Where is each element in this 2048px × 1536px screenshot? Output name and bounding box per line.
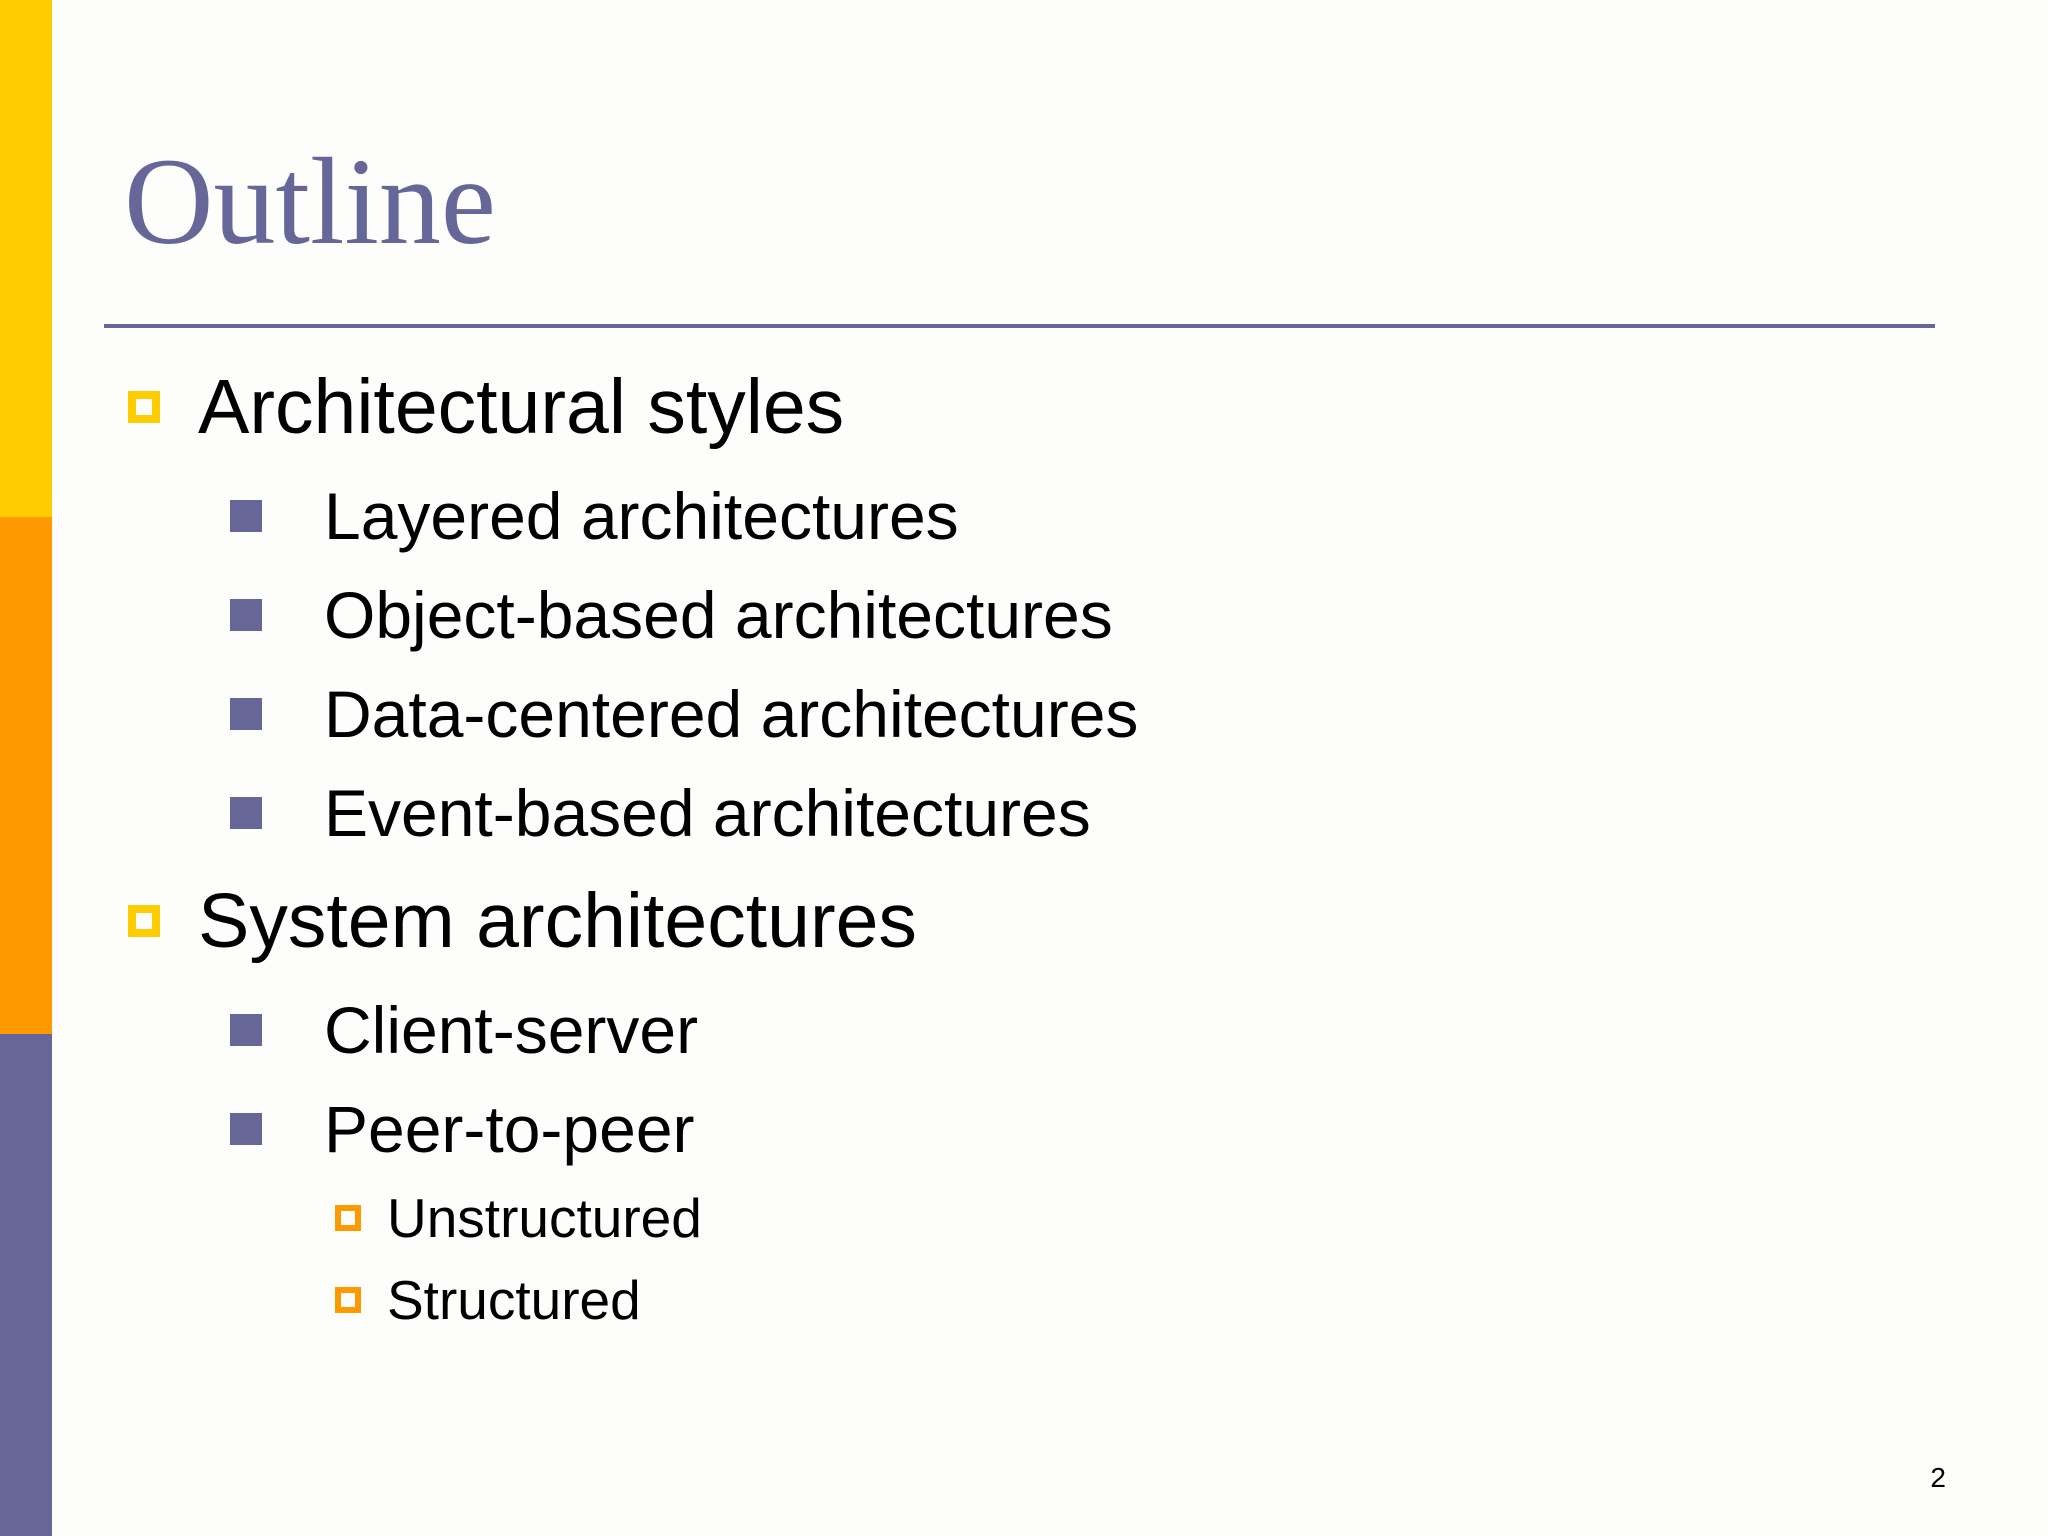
bullet-text: Unstructured [387, 1187, 702, 1249]
bullet-text: Data-centered architectures [324, 677, 1139, 751]
bullet-structured: Structured [335, 1267, 641, 1333]
filled-square-bullet-icon [230, 1113, 262, 1145]
bullet-text: System architectures [198, 877, 917, 964]
bullet-text: Object-based architectures [324, 578, 1113, 652]
filled-square-bullet-icon [230, 698, 262, 730]
bullet-client-server: Client-server [230, 990, 698, 1070]
hollow-square-bullet-icon [335, 1205, 361, 1231]
filled-square-bullet-icon [230, 500, 262, 532]
bullet-text: Architectural styles [198, 363, 845, 450]
hollow-square-bullet-icon [128, 905, 160, 937]
hollow-square-bullet-icon [335, 1287, 361, 1313]
bullet-text: Event-based architectures [324, 776, 1091, 850]
bullet-text: Client-server [324, 993, 699, 1067]
filled-square-bullet-icon [230, 1014, 262, 1046]
bullet-data-centered-architectures: Data-centered architectures [230, 674, 1138, 754]
accent-bar-purple [0, 1034, 52, 1536]
bullet-system-architectures: System architectures [128, 876, 917, 966]
bullet-object-based-architectures: Object-based architectures [230, 575, 1113, 655]
bullet-layered-architectures: Layered architectures [230, 476, 959, 556]
bullet-event-based-architectures: Event-based architectures [230, 773, 1091, 853]
hollow-square-bullet-icon [128, 391, 160, 423]
bullet-peer-to-peer: Peer-to-peer [230, 1089, 695, 1169]
accent-bar-yellow [0, 0, 52, 517]
accent-bar-orange [0, 517, 52, 1034]
slide-title: Outline [124, 133, 496, 270]
bullet-text: Structured [387, 1269, 641, 1331]
filled-square-bullet-icon [230, 599, 262, 631]
bullet-text: Layered architectures [324, 479, 959, 553]
filled-square-bullet-icon [230, 797, 262, 829]
title-divider [104, 324, 1935, 328]
bullet-text: Peer-to-peer [324, 1092, 695, 1166]
slide: Outline Architectural styles Layered arc… [0, 0, 2048, 1536]
bullet-unstructured: Unstructured [335, 1185, 702, 1251]
page-number: 2 [1930, 1462, 1946, 1493]
bullet-architectural-styles: Architectural styles [128, 362, 844, 452]
